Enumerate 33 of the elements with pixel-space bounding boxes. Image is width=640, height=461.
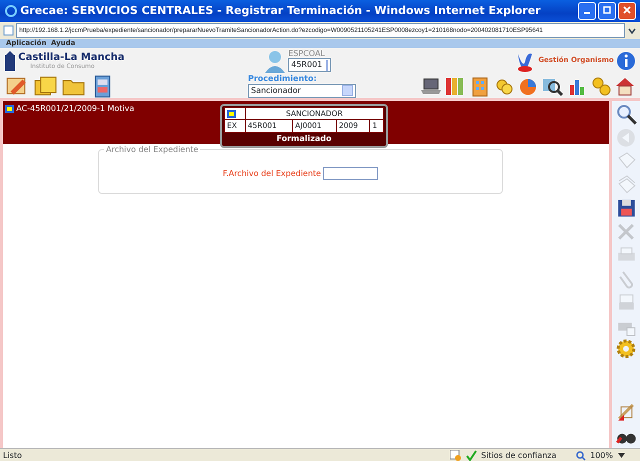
- minimize-button[interactable]: [578, 2, 596, 20]
- security-zone: Sitios de confianza: [481, 450, 558, 461]
- info-icon[interactable]: [616, 50, 636, 70]
- record-icon: [5, 105, 14, 113]
- date-input-field[interactable]: [323, 167, 378, 180]
- status-text: Listo: [3, 450, 23, 461]
- folders-icon[interactable]: [32, 74, 56, 98]
- crest-icon: [4, 50, 16, 72]
- zoom-level[interactable]: 100%: [590, 450, 613, 461]
- window-title: Grecae: SERVICIOS CENTRALES - Registrar Terminación - Windows Internet Explorer: [20, 2, 542, 19]
- case-title: AC-45R001/21/2009-1 Motiva: [16, 103, 134, 115]
- case-status: Formalizado: [275, 132, 333, 144]
- office-select[interactable]: 45R001: [288, 58, 332, 72]
- checkmark-icon: [466, 450, 477, 461]
- gears-icon[interactable]: [590, 74, 612, 96]
- field-label: F.Archivo del Expediente: [222, 168, 321, 180]
- maximize-button[interactable]: [598, 2, 616, 20]
- security-warning-icon: [450, 450, 462, 461]
- record-icon: [227, 110, 236, 118]
- browser-logo-icon: [4, 4, 18, 18]
- procedure-select[interactable]: Sancionador: [248, 84, 356, 98]
- close-icon: [623, 6, 631, 14]
- maximize-icon: [602, 6, 611, 14]
- user-icon: [264, 48, 286, 72]
- fieldset-legend: Archivo del Expediente: [104, 144, 200, 156]
- search-icon[interactable]: [614, 103, 638, 125]
- page-icon: [3, 25, 14, 36]
- user-label: ESPCOAL: [288, 49, 326, 58]
- logo-title: Castilla-La Mancha: [18, 52, 124, 62]
- settings-icon[interactable]: [614, 338, 638, 360]
- close-button[interactable]: [618, 2, 636, 20]
- procedure-label: Procedimiento:: [248, 74, 318, 84]
- zoom-icon: [576, 450, 586, 460]
